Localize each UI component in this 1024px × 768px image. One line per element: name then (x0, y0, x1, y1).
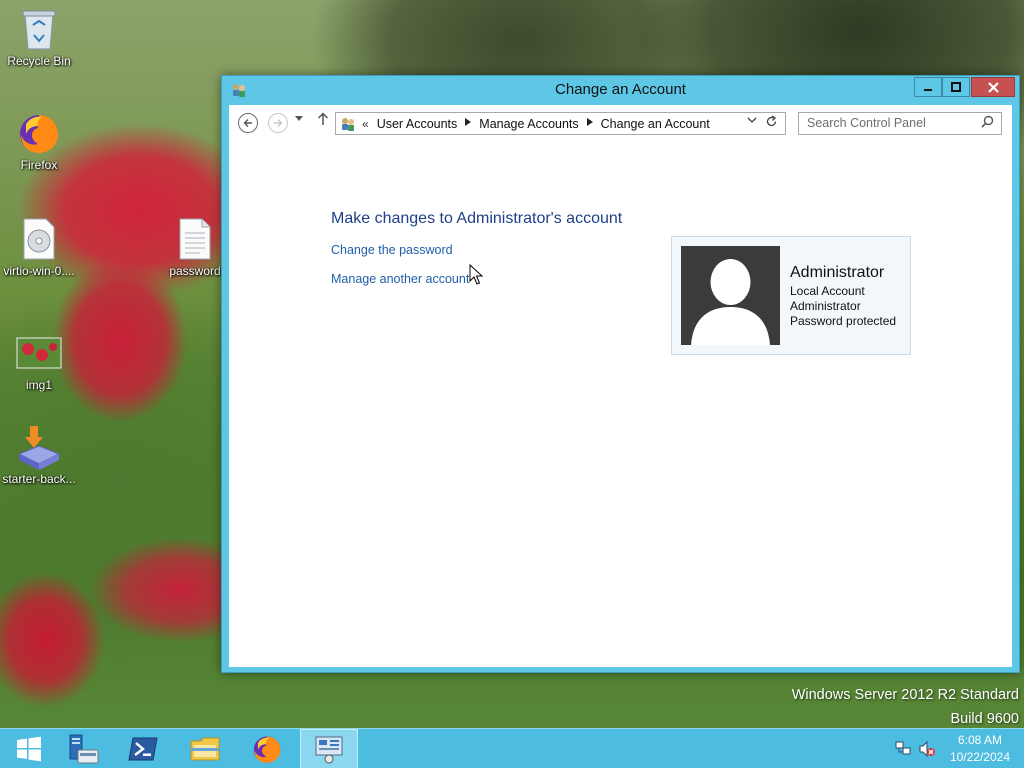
powershell-icon (128, 737, 158, 761)
desktop-icon-label: img1 (25, 378, 52, 392)
disc-image-icon (15, 216, 63, 262)
desktop-icon-firefox[interactable]: Firefox (0, 110, 78, 172)
file-explorer-icon (190, 737, 220, 761)
system-clock[interactable]: 6:08 AM 10/22/2024 (950, 732, 1010, 766)
user-avatar-icon (681, 246, 780, 345)
notification-area: 6:08 AM 10/22/2024 (864, 729, 1024, 768)
server-manager-taskbar-button[interactable] (54, 729, 112, 768)
desktop-icon-label: starter-back... (2, 472, 76, 486)
chevron-down-icon (295, 116, 303, 121)
maximize-button[interactable] (942, 77, 970, 97)
mouse-pointer-icon (469, 263, 484, 286)
forward-arrow-icon (274, 119, 283, 127)
close-button[interactable] (971, 77, 1015, 97)
address-bar[interactable]: « User Accounts Manage Accounts Change a… (335, 112, 786, 135)
close-icon (987, 81, 999, 93)
search-control-panel-input[interactable]: Search Control Panel (798, 112, 1002, 135)
account-info: Administrator Local Account Administrato… (790, 264, 896, 329)
start-button[interactable] (0, 729, 58, 768)
manage-another-account-link[interactable]: Manage another account (331, 272, 469, 286)
control-panel-taskbar-button[interactable] (300, 729, 358, 768)
navigation-bar: « User Accounts Manage Accounts Change a… (229, 105, 1012, 141)
image-file-icon (15, 330, 63, 376)
volume-muted-icon[interactable] (918, 740, 936, 758)
forward-button[interactable] (268, 113, 288, 133)
account-password-status: Password protected (790, 314, 897, 328)
text-document-icon (171, 216, 219, 262)
os-edition-text: Windows Server 2012 R2 Standard (791, 687, 1019, 703)
window-content: « User Accounts Manage Accounts Change a… (229, 105, 1012, 667)
window-title: Change an Account (555, 81, 686, 98)
search-placeholder: Search Control Panel (807, 116, 926, 130)
firefox-icon (15, 110, 63, 156)
clock-time: 6:08 AM (957, 733, 1002, 747)
breadcrumb-manage-accounts[interactable]: Manage Accounts (479, 117, 578, 131)
search-icon[interactable] (981, 115, 994, 131)
powershell-taskbar-button[interactable] (114, 729, 172, 768)
recycle-bin-icon (15, 6, 63, 52)
desktop-icon-label: Firefox (20, 158, 58, 172)
address-overflow-chevron[interactable]: « (362, 117, 369, 131)
desktop-icon-label: Recycle Bin (7, 54, 71, 68)
refresh-button[interactable] (765, 115, 778, 131)
chevron-down-icon (747, 117, 757, 123)
back-arrow-icon (243, 119, 252, 127)
account-card: Administrator Local Account Administrato… (671, 236, 911, 355)
os-version-watermark: Windows Server 2012 R2 Standard Build 96… (792, 683, 1019, 731)
breadcrumb-change-an-account[interactable]: Change an Account (601, 117, 710, 131)
page-heading: Make changes to Administrator's account (331, 210, 623, 227)
desktop-icon-starter-back[interactable]: starter-back... (0, 424, 78, 486)
back-button[interactable] (238, 113, 258, 133)
start-icon (17, 736, 41, 762)
change-account-window[interactable]: Change an Account « User Accounts Manage… (221, 75, 1020, 673)
maximize-icon (951, 82, 961, 92)
change-password-link[interactable]: Change the password (331, 243, 453, 257)
taskbar: 6:08 AM 10/22/2024 (0, 728, 1024, 768)
clock-date: 10/22/2024 (949, 750, 1010, 764)
installer-icon (15, 424, 63, 470)
desktop-icon-label: virtio-win-0.... (3, 264, 75, 278)
minimize-button[interactable] (914, 77, 942, 97)
file-explorer-taskbar-button[interactable] (176, 729, 234, 768)
desktop-icon-img1[interactable]: img1 (0, 330, 78, 392)
network-icon[interactable] (894, 740, 912, 758)
account-name: Administrator (790, 264, 885, 281)
breadcrumb-separator-icon[interactable] (465, 118, 472, 129)
account-type: Local Account (790, 284, 865, 298)
address-history-dropdown[interactable] (747, 116, 757, 127)
control-panel-icon (340, 116, 356, 132)
up-arrow-icon (317, 112, 329, 125)
desktop-icon-virtio[interactable]: virtio-win-0.... (0, 216, 78, 278)
account-group: Administrator (790, 299, 861, 313)
firefox-taskbar-button[interactable] (238, 729, 296, 768)
refresh-icon (766, 115, 777, 127)
title-bar[interactable]: Change an Account (222, 76, 1019, 104)
server-manager-icon (69, 734, 99, 764)
recent-locations-dropdown[interactable] (295, 115, 303, 125)
control-panel-icon (315, 736, 343, 764)
up-button[interactable] (317, 112, 329, 130)
minimize-icon (924, 89, 932, 91)
firefox-icon (253, 736, 281, 763)
breadcrumb-user-accounts[interactable]: User Accounts (377, 117, 458, 131)
desktop-icon-recycle-bin[interactable]: Recycle Bin (0, 6, 78, 68)
breadcrumb-separator-icon[interactable] (586, 118, 593, 129)
